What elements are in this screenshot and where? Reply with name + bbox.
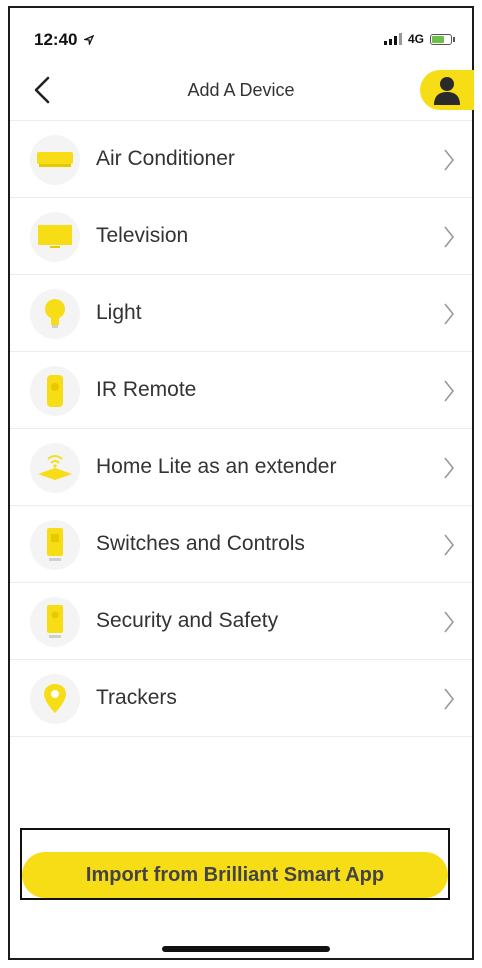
status-bar: 12:40 4G	[10, 8, 472, 62]
device-row-television[interactable]: Television	[10, 198, 472, 275]
device-row-security-safety[interactable]: Security and Safety	[10, 583, 472, 660]
switch-icon	[30, 520, 80, 570]
phone-frame: 12:40 4G Add A Device Air Conditioner Te…	[8, 6, 474, 960]
security-camera-icon	[30, 597, 80, 647]
import-highlight-box: Import from Brilliant Smart App	[20, 828, 450, 900]
page-title: Add A Device	[187, 80, 295, 100]
chevron-right-icon	[444, 457, 455, 479]
device-label: Security and Safety	[96, 609, 279, 632]
device-label: Home Lite as an extender	[96, 455, 337, 478]
light-bulb-icon	[30, 289, 80, 339]
signal-bars-icon	[383, 33, 402, 45]
location-arrow-icon	[82, 34, 95, 47]
device-row-air-conditioner[interactable]: Air Conditioner	[10, 120, 472, 198]
chevron-right-icon	[444, 534, 455, 556]
device-label: Television	[96, 224, 189, 247]
device-label: Switches and Controls	[96, 532, 305, 555]
device-row-light[interactable]: Light	[10, 275, 472, 352]
device-row-home-lite-extender[interactable]: Home Lite as an extender	[10, 429, 472, 506]
chevron-right-icon	[444, 303, 455, 325]
import-button[interactable]: Import from Brilliant Smart App	[22, 852, 448, 898]
chevron-right-icon	[444, 611, 455, 633]
air-conditioner-icon	[30, 135, 80, 185]
chevron-right-icon	[444, 226, 455, 248]
device-label: Light	[96, 301, 142, 324]
device-list: Air Conditioner Television Light IR Remo…	[10, 120, 472, 737]
nav-bar: Add A Device	[10, 62, 474, 118]
device-label: Trackers	[96, 686, 177, 709]
profile-button[interactable]	[420, 70, 474, 110]
wifi-extender-icon	[30, 443, 80, 493]
location-pin-icon	[30, 674, 80, 724]
status-time: 12:40	[34, 30, 95, 50]
home-indicator	[162, 946, 330, 952]
device-row-switches-controls[interactable]: Switches and Controls	[10, 506, 472, 583]
remote-icon	[30, 366, 80, 416]
device-row-trackers[interactable]: Trackers	[10, 660, 472, 737]
device-row-ir-remote[interactable]: IR Remote	[10, 352, 472, 429]
device-label: IR Remote	[96, 378, 197, 401]
chevron-right-icon	[444, 149, 455, 171]
user-avatar-icon	[434, 77, 460, 105]
chevron-right-icon	[444, 380, 455, 402]
battery-charging-icon	[430, 33, 455, 45]
device-label: Air Conditioner	[96, 147, 235, 170]
chevron-right-icon	[444, 688, 455, 710]
network-type: 4G	[407, 32, 424, 46]
status-indicators: 4G	[383, 32, 455, 46]
television-icon	[30, 212, 80, 262]
